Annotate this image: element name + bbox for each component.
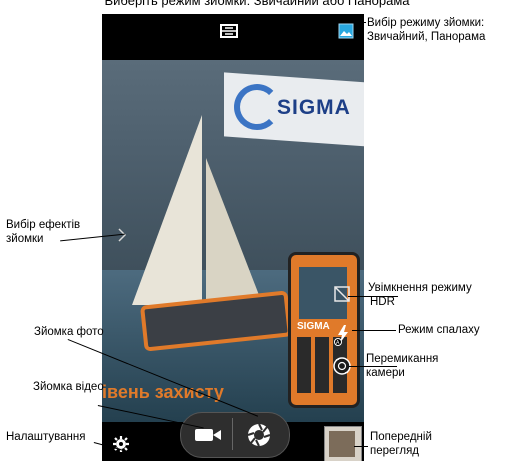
callout-switch-camera: Перемикання камери [366,353,439,379]
capture-divider [232,418,233,450]
video-camera-icon[interactable] [194,427,222,443]
callout-flash: Режим спалаху [398,324,480,336]
panorama-mode-icon[interactable] [220,24,238,38]
callout-photo: Зйомка фото [34,326,104,338]
hdr-icon[interactable] [334,286,350,302]
poster-slogan: івень захисту [102,382,224,402]
banner-brand-text: SIGMA [277,96,351,119]
thumbnail-image [329,431,355,457]
sigma-logo-icon [234,84,280,130]
camera-screen: SIGMA SIGMA івень захисту A [102,14,364,461]
callout-shooting-mode: Вибір режиму зйомки: Звичайний, Панорама [367,17,486,43]
callout-video: Зйомка відео [33,381,104,393]
sailboat-sail [132,115,202,305]
preview-thumbnail[interactable] [324,426,362,461]
document-title: Виберіть режим зйомки: Звичайний або Пан… [104,0,410,8]
callout-hdr: Увімкнення режиму HDR [368,282,472,308]
phone-logo: SIGMA [297,321,330,332]
sailboat-jib [206,158,264,308]
normal-mode-icon[interactable] [338,23,354,39]
callout-preview: Попередній перегляд [370,431,432,457]
callout-settings: Налаштування [6,431,86,443]
callout-effects: Вибір ефектів зйомки [6,219,81,245]
camera-shutter-icon[interactable] [246,422,272,448]
flash-auto-icon[interactable]: A [334,324,352,346]
